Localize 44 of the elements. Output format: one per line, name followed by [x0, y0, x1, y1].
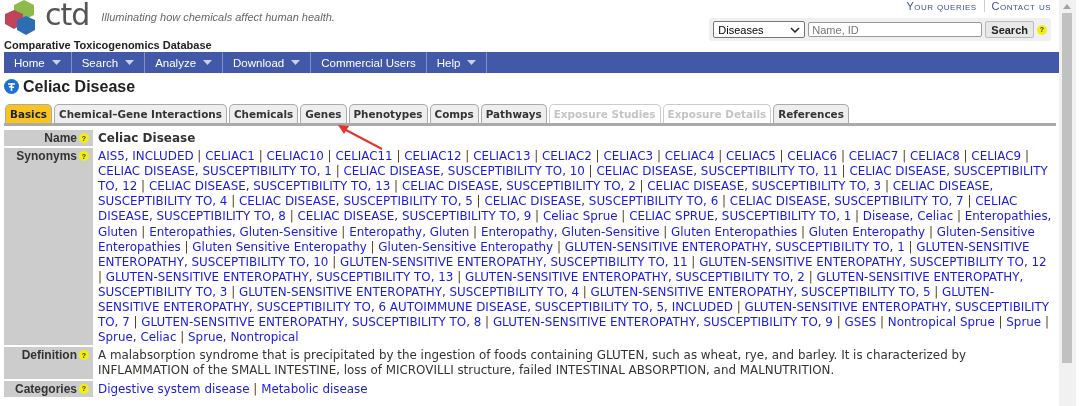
top-link[interactable]: Your queries: [906, 0, 977, 12]
tab[interactable]: References: [773, 104, 849, 123]
scroll-thumb[interactable]: [1062, 13, 1072, 363]
category-links[interactable]: Digestive system disease | Metabolic disease: [93, 380, 1054, 397]
tab[interactable]: Genes: [300, 104, 347, 123]
tab: Exposure Studies: [548, 104, 661, 123]
nav-menu-item[interactable]: Download: [223, 52, 312, 73]
field-label: Synonyms: [16, 149, 77, 164]
nav-menu-item[interactable]: Commercial Users: [311, 52, 427, 73]
record-name: Celiac Disease: [98, 131, 196, 145]
scrollbar[interactable]: [1059, 0, 1076, 406]
nav-menu-item[interactable]: Search: [71, 52, 146, 73]
synonym-links[interactable]: AIS5, INCLUDED | CELIAC1 | CELIAC10 | CELIAC11 | CELIAC12 | CELIAC13 | CELIAC2 | CELIAC3 | CELIAC4 | CELIAC5 | CELIAC6 | CELIAC7 | CELIAC8 | CELIAC9 | CELIAC DISEASE, SUSCEPTIBILITY TO, 1 | CELIAC DISEASE, SUSCEPTIBILITY TO, 10 | CELIAC DISEASE, SUSCEPTIBILITY TO, 11 | CELIAC DISEASE, SUSCEPTIBILITY TO, 12 | CELIAC DISEASE, SUSCEPTIBILITY TO, 13 | CELIAC DISEASE, SUSCEPTIBILITY TO, 2 | CELIAC DISEASE, SUSCEPTIBILITY TO, 3 | CELIAC DISEASE, SUSCEPTIBILITY TO, 4 | CELIAC DISEASE, SUSCEPTIBILITY TO, 5 | CELIAC DISEASE, SUSCEPTIBILITY TO, 6 | CELIAC DISEASE, SUSCEPTIBILITY TO, 7 | CELIAC DISEASE, SUSCEPTIBILITY TO, 8 | CELIAC DISEASE, SUSCEPTIBILITY TO, 9 | Celiac Sprue | CELIAC SPRUE, SUSCEPTIBILITY TO, 1 | Disease, Celiac | Enteropathies, Gluten | Enteropathies, Gluten-Sensitive | Enteropathy, Gluten | Enteropathy, Gluten-Sensitive | Gluten Enteropathies | Gluten Enteropathy | Gluten-Sensitive Enteropathies | Gluten Sensitive Enteropathy | Gluten-Sensitive Enteropathy | GLUTEN-SENSITIVE ENTEROPATHY, SUSCEPTIBILITY TO, 1 | GLUTEN-SENSITIVE ENTEROPATHY, SUSCEPTIBILITY TO, 10 | GLUTEN-SENSITIVE ENTEROPATHY, SUSCEPTIBILITY TO, 11 | GLUTEN-SENSITIVE ENTEROPATHY, SUSCEPTIBILITY TO, 12 | GLUTEN-SENSITIVE ENTEROPATHY, SUSCEPTIBILITY TO, 13 | GLUTEN-SENSITIVE ENTEROPATHY, SUSCEPTIBILITY TO, 2 | GLUTEN-SENSITIVE ENTEROPATHY, SUSCEPTIBILITY TO, 3 | GLUTEN-SENSITIVE ENTEROPATHY, SUSCEPTIBILITY TO, 4 | GLUTEN-SENSITIVE ENTEROPATHY, SUSCEPTIBILITY TO, 5 | GLUTEN-SENSITIVE ENTEROPATHY, SUSCEPTIBILITY TO, 6 AUTOIMMUNE DISEASE, SUSCEPTIBILITY TO, 5, INCLUDED | GLUTEN-SENSITIVE ENTEROPATHY, SUSCEPTIBILITY TO, 7 | GLUTEN-SENSITIVE ENTEROPATHY, SUSCEPTIBILITY TO, 8 | GLUTEN-SENSITIVE ENTEROPATHY, SUSCEPTIBILITY TO, 9 | GSES | Nontropical Sprue | Sprue | Sprue, Celiac | Sprue, Nontropical: [93, 148, 1054, 346]
search-field[interactable]: Name, ID: [808, 22, 983, 37]
caret-icon: [51, 60, 61, 65]
tab[interactable]: Phenotypes: [348, 104, 428, 123]
tab[interactable]: Basics: [5, 104, 53, 123]
annotation-arrow: [336, 124, 384, 150]
nav-menu-item[interactable]: Help: [426, 52, 488, 73]
scroll-up-icon[interactable]: [1063, 4, 1071, 9]
logo-text[interactable]: ctd: [45, 0, 90, 30]
tab[interactable]: Comps: [429, 104, 479, 123]
field-label: Name: [44, 131, 77, 145]
search-button[interactable]: Search: [985, 21, 1034, 38]
category-dropdown[interactable]: Diseases: [713, 21, 806, 38]
caduceus-icon: [4, 79, 19, 94]
tagline: Illuminating how chemicals affect human health.: [101, 11, 335, 23]
chevron-icon: [790, 26, 801, 33]
tab[interactable]: Chemicals: [228, 104, 299, 123]
page-title: Celiac Disease: [23, 77, 136, 96]
top-link[interactable]: Contact us: [991, 0, 1051, 12]
tab: Exposure Details: [662, 104, 772, 123]
definition-text: A malabsorption syndrome that is precipitated by the ingestion of foods containing GLUTEN, such as wheat, rye, and barley. It is characterized by INFLAMMATION of the SMALL INTESTINE, loss of MICROVILLI structure, failed INTESTINAL ABSORPTION, and MALNUTRITION.: [98, 348, 967, 378]
nav-menu-item[interactable]: Home: [4, 52, 72, 73]
field-label: Categories: [14, 381, 77, 396]
tab[interactable]: Pathways: [480, 104, 547, 123]
caret-icon: [467, 60, 477, 65]
site-name: Comparative Toxicogenomics Database: [4, 39, 213, 51]
tab[interactable]: Chemical–Gene Interactions: [54, 104, 227, 123]
caret-icon: [291, 60, 301, 65]
caret-icon: [203, 60, 213, 65]
caret-icon: [125, 60, 135, 65]
nav-menu-item[interactable]: Analyze: [145, 52, 224, 73]
field-label: Definition: [21, 348, 77, 363]
